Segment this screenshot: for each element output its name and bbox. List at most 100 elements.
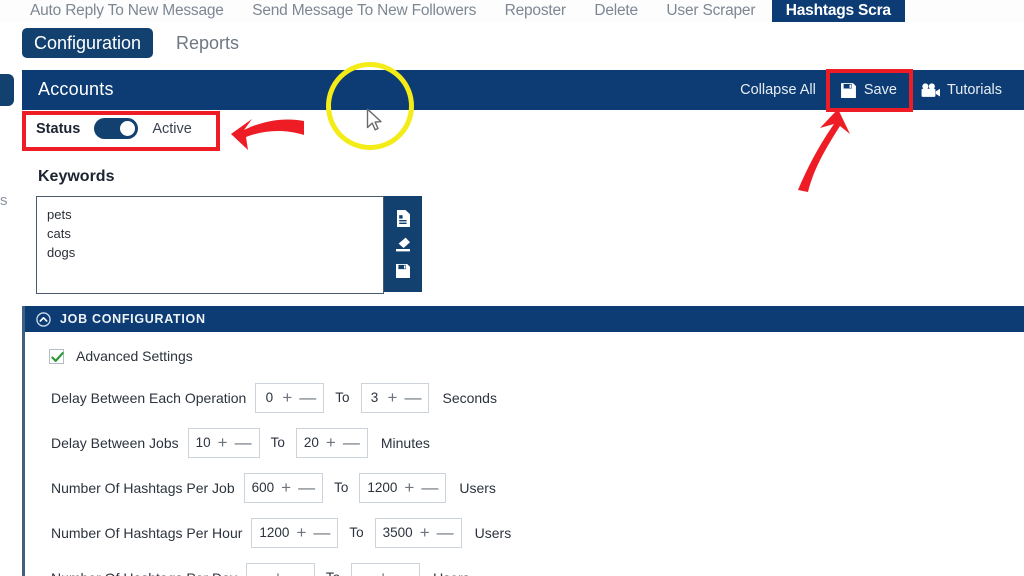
delay-each-operation-from-stepper[interactable]: 0 + — [255,382,325,413]
job-configuration-header[interactable]: JOB CONFIGURATION [25,306,1024,332]
module-tab-send-message-to-new-followers[interactable]: Send Message To New Followers [240,0,488,22]
status-label: Status [36,120,81,137]
config-row-unit: Minutes [380,434,430,451]
job-configuration-panel: JOB CONFIGURATION Advanced Settings Dela… [22,306,1024,576]
stepper-value[interactable]: 0 [263,390,275,405]
hashtags-per-job-from-stepper[interactable]: 600 + — [243,472,324,503]
config-row-to-label: To [270,435,285,450]
stepper-value[interactable]: 20 [304,435,319,450]
tab-reports[interactable]: Reports [166,28,249,58]
plus-icon[interactable]: + [273,569,283,576]
module-tab-auto-reply-to-new-message[interactable]: Auto Reply To New Message [0,0,236,22]
module-tab-strip: Auto Reply To New Message Send Message T… [0,0,1024,22]
advanced-settings-label: Advanced Settings [76,348,193,364]
config-row-unit: Users [459,479,496,496]
hashtags-per-day-to-stepper[interactable]: + — [351,562,421,576]
plus-icon[interactable]: + [218,434,228,451]
delay-between-jobs-to-stepper[interactable]: 20 + — [295,427,368,458]
stepper-value[interactable]: 600 [252,480,275,495]
hashtags-per-hour-to-stepper[interactable]: 3500 + — [374,517,462,548]
floppy-disk-icon [840,82,857,99]
status-toggle[interactable] [94,118,139,139]
minus-icon[interactable]: — [404,389,421,406]
keywords-textarea[interactable]: pets cats dogs [36,196,384,294]
stepper-value[interactable]: 10 [196,435,211,450]
delay-each-operation-to-stepper[interactable]: 3 + — [360,382,430,413]
advanced-settings-checkbox[interactable] [49,348,64,364]
plus-icon[interactable]: + [388,389,398,406]
config-row-label: Delay Between Jobs [51,434,179,451]
minus-icon[interactable]: — [395,569,412,576]
chevron-up-circle-icon[interactable] [36,311,51,327]
config-row-hashtags-per-job: Number Of Hashtags Per Job 600 + — To 12… [25,465,1024,510]
stepper-value[interactable]: 3 [369,390,381,405]
save-button[interactable]: Save [828,76,909,105]
keywords-label: Keywords [38,168,115,185]
minus-icon[interactable]: — [437,524,454,541]
advanced-settings-row[interactable]: Advanced Settings [49,348,1024,364]
hashtags-per-hour-from-stepper[interactable]: 1200 + — [251,517,339,548]
stepper-value[interactable]: 3500 [383,525,413,540]
collapse-all-label: Collapse All [740,81,816,98]
plus-icon[interactable]: + [296,524,306,541]
video-camera-icon [921,82,940,98]
sidebar-clipped-chip[interactable] [0,74,14,106]
minus-icon[interactable]: — [313,524,330,541]
tutorials-label: Tutorials [946,81,1002,98]
stepper-value[interactable]: 1200 [367,480,397,495]
keywords-field-group: pets cats dogs [36,196,422,294]
plus-icon[interactable]: + [281,479,291,496]
minus-icon[interactable]: — [299,389,316,406]
file-import-icon[interactable] [396,209,411,227]
config-row-unit: Seconds [442,389,497,406]
config-row-hashtags-per-hour: Number Of Hashtags Per Hour 1200 + — To … [25,510,1024,555]
floppy-disk-icon[interactable] [395,263,411,279]
hashtags-per-job-to-stepper[interactable]: 1200 + — [359,472,447,503]
job-configuration-rows: Delay Between Each Operation 0 + — To 3 … [25,375,1024,576]
config-row-unit: Users [474,524,512,541]
module-tab-delete[interactable]: Delete [582,0,650,22]
config-row-to-label: To [326,570,340,576]
app-window: Auto Reply To New Message Send Message T… [0,0,1024,576]
annotation-arrow-status [222,115,306,162]
job-configuration-title: JOB CONFIGURATION [60,312,206,326]
config-row-to-label: To [334,480,349,495]
tab-configuration[interactable]: Configuration [22,28,154,58]
config-row-delay-between-jobs: Delay Between Jobs 10 + — To 20 + — Minu… [25,420,1024,465]
status-value: Active [152,120,192,137]
config-row-label: Number Of Hashtags Per Day [51,570,237,576]
page-title: Accounts [38,79,114,99]
plus-icon[interactable]: + [378,569,388,576]
minus-icon[interactable]: — [290,569,307,576]
minus-icon[interactable]: — [343,434,360,451]
module-tab-user-scraper[interactable]: User Scraper [654,0,767,22]
delay-between-jobs-from-stepper[interactable]: 10 + — [187,427,260,458]
plus-icon[interactable]: + [404,479,414,496]
tutorials-button[interactable]: Tutorials [909,77,1014,104]
plus-icon[interactable]: + [420,524,430,541]
config-row-label: Delay Between Each Operation [51,389,247,406]
module-tab-reposter[interactable]: Reposter [493,0,578,22]
minus-icon[interactable]: — [235,434,252,451]
collapse-all-button[interactable]: Collapse All [728,77,828,104]
module-tab-hashtags-scraper[interactable]: Hashtags Scra [771,0,905,22]
plus-icon[interactable]: + [326,434,336,451]
config-row-unit: Users [433,570,470,576]
config-row-delay-between-each-operation: Delay Between Each Operation 0 + — To 3 … [25,375,1024,420]
plus-icon[interactable]: + [282,389,292,406]
minus-icon[interactable]: — [421,479,438,496]
subtab-row: Configuration Reports [0,22,1024,68]
keywords-action-rail [384,196,422,292]
config-row-label: Number Of Hashtags Per Hour [51,524,243,541]
config-row-hashtags-per-day: Number Of Hashtags Per Day + — To + — Us… [25,555,1024,576]
annotation-arrow-save [792,108,862,198]
stepper-value[interactable]: 1200 [259,525,289,540]
status-toggle-knob [120,121,136,136]
hashtags-per-day-from-stepper[interactable]: + — [245,562,315,576]
save-label: Save [863,81,897,98]
status-row: Status Active [36,118,192,139]
accounts-header-actions: Collapse All Save Tutorials [728,70,1014,110]
eraser-icon[interactable] [395,237,411,252]
config-row-label: Number Of Hashtags Per Job [51,479,235,496]
minus-icon[interactable]: — [298,479,315,496]
